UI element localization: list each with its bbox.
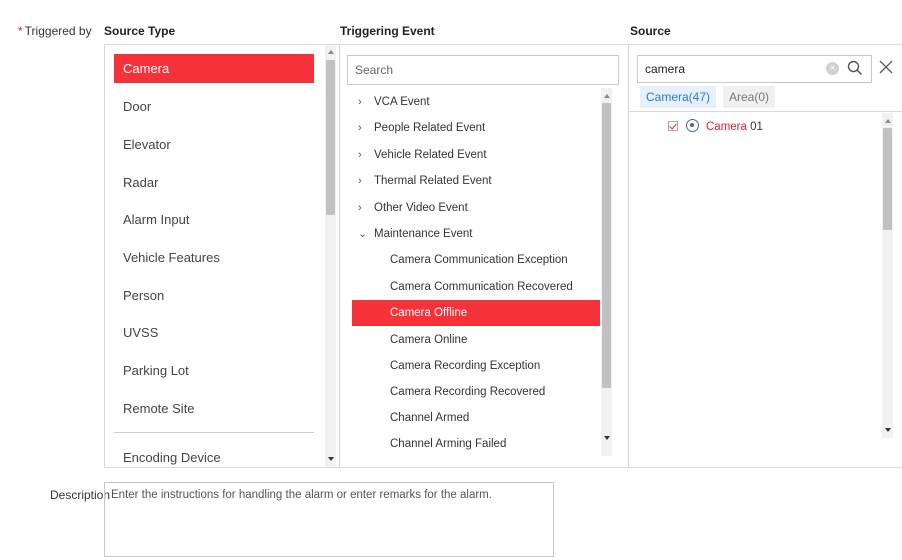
event-vehicle-related[interactable]: › Vehicle Related Event	[352, 142, 600, 168]
source-type-header: Source Type	[104, 24, 176, 38]
source-type-vehicle-features[interactable]: Vehicle Features	[114, 243, 314, 272]
event-label: Other Video Event	[374, 202, 468, 214]
chevron-right-icon: ›	[358, 149, 362, 161]
source-type-elevator[interactable]: Elevator	[114, 130, 314, 159]
close-icon[interactable]	[879, 60, 893, 74]
event-vca[interactable]: › VCA Event	[352, 89, 600, 115]
source-type-separator	[114, 432, 314, 433]
event-camera-recording-recovered[interactable]: Camera Recording Recovered	[352, 379, 600, 405]
frame-left-border	[104, 44, 105, 468]
event-thermal-related[interactable]: › Thermal Related Event	[352, 168, 600, 194]
column-divider-1	[339, 44, 340, 468]
scroll-up-icon[interactable]	[328, 50, 334, 54]
event-channel-armed[interactable]: Channel Armed	[352, 405, 600, 431]
event-camera-offline[interactable]: Camera Offline	[352, 300, 600, 326]
event-label: Vehicle Related Event	[374, 149, 487, 161]
frame-top-border	[104, 44, 902, 45]
source-type-parking-lot[interactable]: Parking Lot	[114, 356, 314, 385]
event-camera-communication-recovered[interactable]: Camera Communication Recovered	[352, 274, 600, 300]
event-label: Thermal Related Event	[374, 175, 492, 187]
chevron-down-icon: ⌄	[358, 228, 368, 240]
scroll-down-icon[interactable]	[885, 428, 891, 432]
required-mark: *	[18, 24, 23, 38]
event-camera-recording-exception[interactable]: Camera Recording Exception	[352, 353, 600, 379]
event-search-box	[347, 55, 619, 85]
scroll-up-icon[interactable]	[885, 119, 891, 123]
event-camera-online[interactable]: Camera Online	[352, 327, 600, 353]
event-channel-arming-failed[interactable]: Channel Arming Failed	[352, 431, 600, 455]
source-type-uvss[interactable]: UVSS	[114, 318, 314, 347]
source-scroll-thumb[interactable]	[883, 128, 892, 230]
scroll-up-icon[interactable]	[604, 94, 610, 98]
source-type-list: Camera Door Elevator Radar Alarm Input V…	[114, 50, 322, 468]
triggered-by-text: Triggered by	[24, 24, 92, 38]
checkbox[interactable]	[668, 121, 678, 131]
column-divider-2	[628, 44, 629, 468]
chevron-right-icon: ›	[358, 175, 362, 187]
source-type-person[interactable]: Person	[114, 281, 314, 310]
scroll-down-icon[interactable]	[604, 436, 610, 440]
source-type-alarm-input[interactable]: Alarm Input	[114, 205, 314, 234]
description-textarea[interactable]: Enter the instructions for handling the …	[104, 482, 554, 557]
event-people-related[interactable]: › People Related Event	[352, 115, 600, 141]
source-result-rest: 01	[746, 121, 763, 133]
camera-icon	[686, 119, 699, 132]
clear-icon[interactable]: ×	[826, 62, 839, 75]
scroll-down-icon[interactable]	[328, 457, 334, 461]
tab-area[interactable]: Area(0)	[723, 86, 776, 108]
source-type-radar[interactable]: Radar	[114, 168, 314, 197]
chevron-right-icon: ›	[358, 122, 362, 134]
event-search-input[interactable]	[348, 56, 618, 84]
search-icon[interactable]	[847, 60, 863, 76]
event-other-video[interactable]: › Other Video Event	[352, 195, 600, 221]
chevron-right-icon: ›	[358, 96, 362, 108]
event-camera-communication-exception[interactable]: Camera Communication Exception	[352, 247, 600, 273]
event-scroll-thumb[interactable]	[602, 103, 611, 388]
source-tabs-divider	[629, 111, 902, 112]
event-maintenance[interactable]: ⌄ Maintenance Event	[352, 221, 600, 247]
source-type-camera[interactable]: Camera	[114, 54, 314, 83]
triggering-event-header: Triggering Event	[340, 24, 435, 38]
source-header: Source	[630, 24, 671, 38]
chevron-right-icon: ›	[358, 202, 362, 214]
source-type-door[interactable]: Door	[114, 92, 314, 121]
description-label: Description	[50, 488, 111, 502]
source-type-remote-site[interactable]: Remote Site	[114, 394, 314, 423]
source-type-encoding-device[interactable]: Encoding Device	[114, 443, 314, 468]
source-type-scroll-thumb[interactable]	[326, 60, 335, 215]
source-result-label: Camera 01	[706, 119, 763, 135]
tab-camera[interactable]: Camera(47)	[640, 86, 717, 108]
event-label: People Related Event	[374, 122, 486, 134]
event-label: VCA Event	[374, 96, 430, 108]
search-highlight: Camera	[706, 121, 747, 133]
triggered-by-label: * Triggered by	[18, 24, 92, 38]
event-label: Maintenance Event	[374, 228, 473, 240]
